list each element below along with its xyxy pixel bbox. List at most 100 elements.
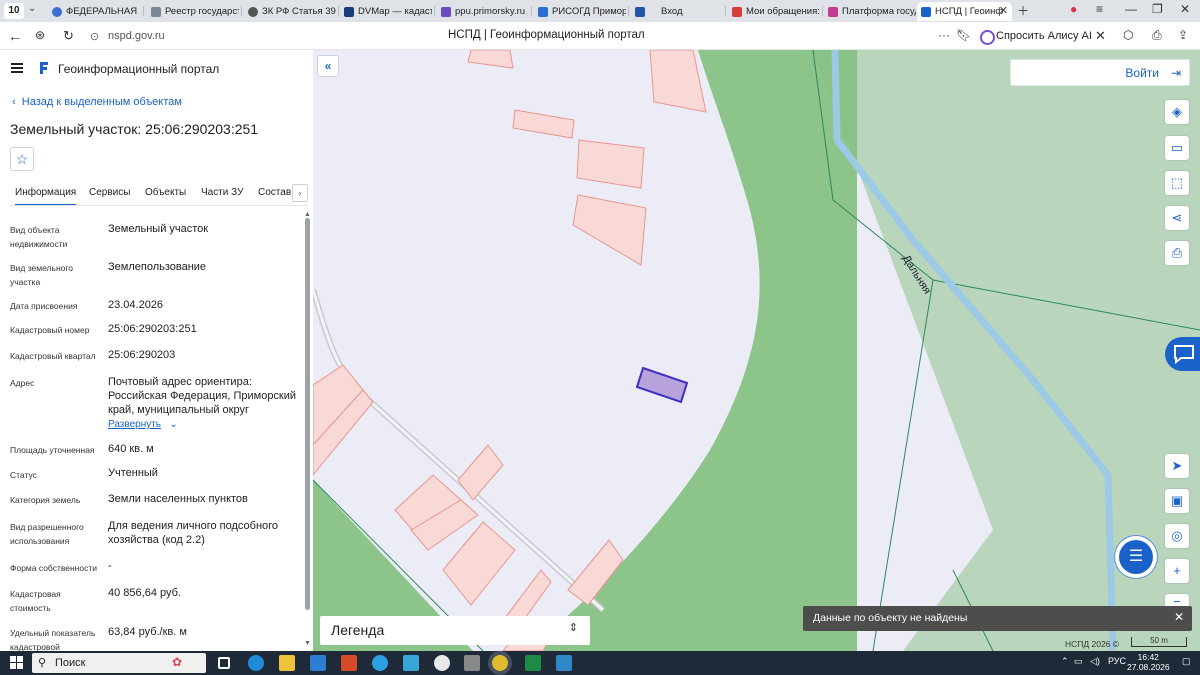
- calculator-icon[interactable]: [464, 655, 480, 671]
- share-button[interactable]: ⋖: [1165, 206, 1189, 230]
- parcel[interactable]: [576, 139, 645, 189]
- ie-icon[interactable]: [372, 655, 388, 671]
- print-button[interactable]: ⎙: [1165, 241, 1189, 265]
- minimize-icon[interactable]: —: [1125, 2, 1137, 16]
- browser-tab[interactable]: Вход: [631, 2, 723, 21]
- tab-information[interactable]: Информация: [15, 187, 77, 206]
- parcel[interactable]: [457, 444, 504, 501]
- parcel[interactable]: [572, 194, 647, 266]
- favorite-star-button[interactable]: ☆: [10, 147, 34, 171]
- yandex-browser-icon[interactable]: [492, 655, 508, 671]
- browser-tab[interactable]: Реестр государст: [147, 2, 239, 21]
- store-icon[interactable]: [310, 655, 326, 671]
- support-chat-button[interactable]: ☰: [1119, 540, 1153, 574]
- scroll-down-arrow-icon[interactable]: ▼: [304, 640, 311, 647]
- tools-icon[interactable]: ✕: [1095, 28, 1106, 44]
- close-icon[interactable]: ✕: [1174, 610, 1184, 624]
- system-clock[interactable]: 16:42 27.08.2026: [1127, 652, 1170, 672]
- new-tab-button[interactable]: ＋: [1017, 2, 1029, 19]
- tabs-divider: [10, 205, 308, 206]
- layers-icon: ◈: [1172, 104, 1182, 119]
- share-icon[interactable]: ⇪: [1178, 28, 1188, 42]
- property-value: -: [108, 560, 112, 572]
- property-label: Статус: [10, 470, 37, 480]
- scrollbar-thumb[interactable]: [305, 218, 310, 610]
- menu-icon[interactable]: ≡: [1096, 2, 1103, 16]
- back-to-selection-link[interactable]: ‹ Назад к выделенным объектам: [12, 96, 182, 108]
- excel-icon[interactable]: [525, 655, 541, 671]
- bookmark-icon[interactable]: 🔖︎: [956, 28, 971, 42]
- plus-icon: +: [1173, 563, 1181, 578]
- map-canvas[interactable]: [313, 50, 1200, 651]
- taskbar-search[interactable]: ⚲ Поиск ✿: [32, 653, 206, 673]
- extensions-icon[interactable]: ⬡: [1123, 28, 1133, 42]
- browser-tab[interactable]: РИСОГД Приморс: [534, 2, 626, 21]
- map-view[interactable]: Дальняя « Войти ⇥ ◈ ▭ ⬚ ⋖ ⎙ ➤ ▣ ◎ + − ☰ …: [313, 50, 1200, 651]
- legend-dropdown[interactable]: Легенда ⇕: [320, 616, 590, 645]
- parcel[interactable]: [512, 109, 575, 139]
- browser-tab[interactable]: Мои обращения:: [728, 2, 820, 21]
- app-icon[interactable]: [434, 655, 450, 671]
- back-arrow-icon[interactable]: ←: [8, 28, 22, 44]
- tray-expand-icon[interactable]: ⌃: [1061, 656, 1069, 667]
- browser-tab-active[interactable]: НСПД | Геоинф ✕: [917, 2, 1012, 21]
- more-dots-icon[interactable]: ···: [938, 28, 950, 42]
- notifications-icon[interactable]: ▢: [1182, 656, 1191, 667]
- task-view-icon[interactable]: [218, 657, 230, 669]
- map-icon: [344, 7, 354, 17]
- browser-tab[interactable]: ppu.primorsky.ru: [437, 2, 529, 21]
- profile-icon[interactable]: ●: [1070, 2, 1077, 16]
- object-title: Земельный участок: 25:06:290203:251: [10, 121, 259, 137]
- collapse-panel-button[interactable]: «: [317, 55, 339, 77]
- parcel[interactable]: [442, 521, 516, 606]
- tab-objects[interactable]: Объекты: [145, 187, 186, 198]
- tab-composition[interactable]: Состав: [258, 187, 291, 198]
- close-window-icon[interactable]: ✕: [1180, 2, 1190, 16]
- scroll-up-arrow-icon[interactable]: ▲: [304, 211, 311, 218]
- edge-icon[interactable]: [248, 655, 264, 671]
- alice-button[interactable]: Спросить Алису AI: [980, 27, 1092, 45]
- layers-button[interactable]: ◈: [1165, 100, 1189, 124]
- parcel[interactable]: [467, 50, 514, 69]
- windows-start-icon[interactable]: [10, 656, 23, 669]
- printer-icon: ⎙: [1171, 245, 1183, 260]
- browser-tab[interactable]: DVMap — кадастр: [340, 2, 432, 21]
- maximize-icon[interactable]: ❐: [1152, 2, 1163, 16]
- app-icon[interactable]: [341, 655, 357, 671]
- location-pin-button[interactable]: ◎: [1165, 524, 1189, 548]
- tab-count-badge[interactable]: 10: [4, 3, 24, 19]
- property-label: Вид разрешенного использования: [10, 522, 84, 546]
- tab-services[interactable]: Сервисы: [89, 187, 130, 198]
- browser-tab[interactable]: Платформа госуд: [824, 2, 916, 21]
- tabs-scroll-right-button[interactable]: ›: [292, 184, 308, 202]
- shield-icon[interactable]: ⊛: [35, 28, 45, 42]
- browser-tab[interactable]: ФЕДЕРАЛЬНАЯ И: [48, 2, 140, 21]
- login-button[interactable]: Войти ⇥: [1010, 59, 1190, 86]
- tab-parts[interactable]: Части ЗУ: [201, 187, 243, 198]
- side-widget-tab[interactable]: [1165, 337, 1200, 371]
- browser-tab[interactable]: ЗК РФ Статья 39.2: [244, 2, 336, 21]
- minimap-button[interactable]: ▣: [1165, 489, 1189, 513]
- app-icon[interactable]: [556, 655, 572, 671]
- property-label: Площадь уточненная: [10, 445, 95, 455]
- explorer-icon[interactable]: [279, 655, 295, 671]
- download-icon[interactable]: ⎙: [1152, 28, 1162, 43]
- select-area-button[interactable]: ⬚: [1165, 171, 1189, 195]
- network-icon[interactable]: ▭: [1074, 656, 1083, 667]
- language-indicator[interactable]: РУС: [1108, 656, 1126, 666]
- hamburger-menu-icon[interactable]: [11, 63, 23, 73]
- volume-icon[interactable]: ◁): [1090, 656, 1100, 667]
- lock-icon[interactable]: ⊙: [90, 30, 99, 43]
- parcel[interactable]: [649, 50, 707, 113]
- close-tab-icon[interactable]: ✕: [999, 2, 1008, 21]
- property-value: Землепользование: [108, 261, 207, 273]
- geolocate-button[interactable]: ➤: [1165, 454, 1189, 478]
- expand-address-link[interactable]: Развернуть ⌄: [108, 419, 178, 430]
- url-field[interactable]: nspd.gov.ru: [108, 30, 165, 42]
- selected-parcel[interactable]: [635, 366, 689, 404]
- zoom-in-button[interactable]: +: [1165, 559, 1189, 583]
- chevron-down-icon[interactable]: ⌄: [28, 3, 36, 14]
- reload-icon[interactable]: ↻: [63, 28, 74, 44]
- measure-button[interactable]: ▭: [1165, 136, 1189, 160]
- mail-icon[interactable]: [403, 655, 419, 671]
